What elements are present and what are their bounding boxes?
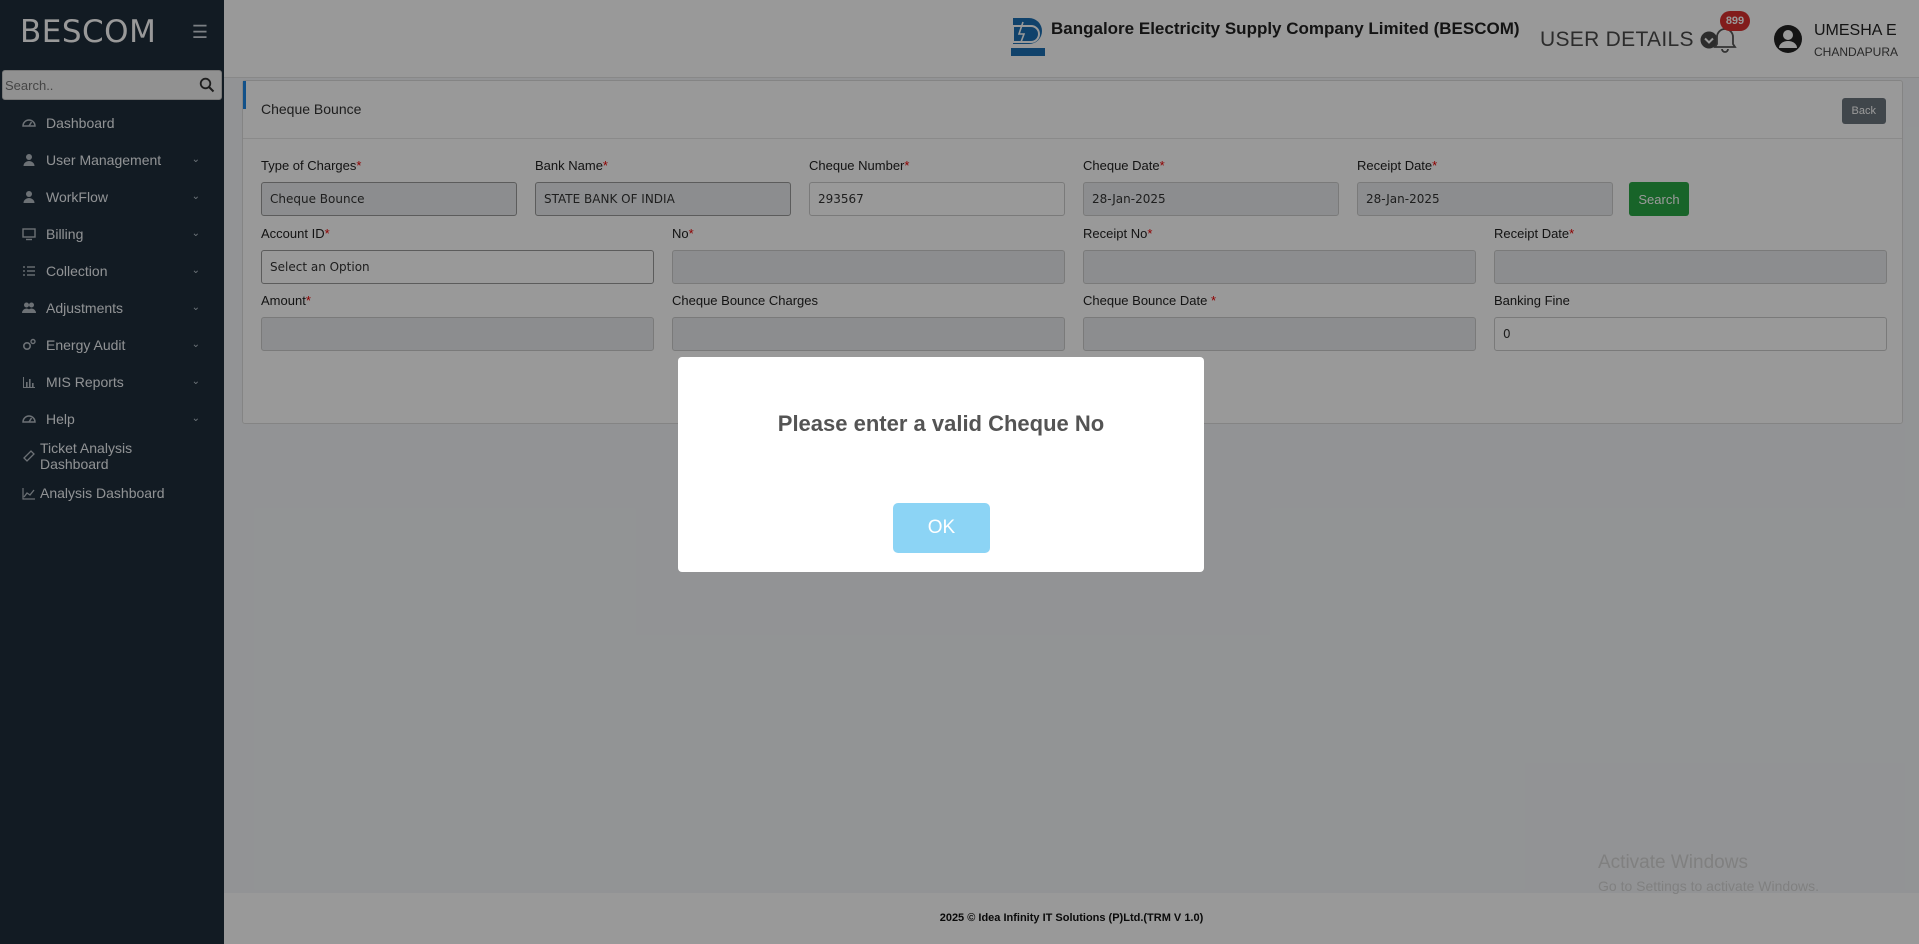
alert-message: Please enter a valid Cheque No	[777, 411, 1105, 436]
ok-button[interactable]: OK	[893, 503, 990, 553]
alert-dialog: Please enter a valid Cheque No OK	[678, 357, 1204, 572]
